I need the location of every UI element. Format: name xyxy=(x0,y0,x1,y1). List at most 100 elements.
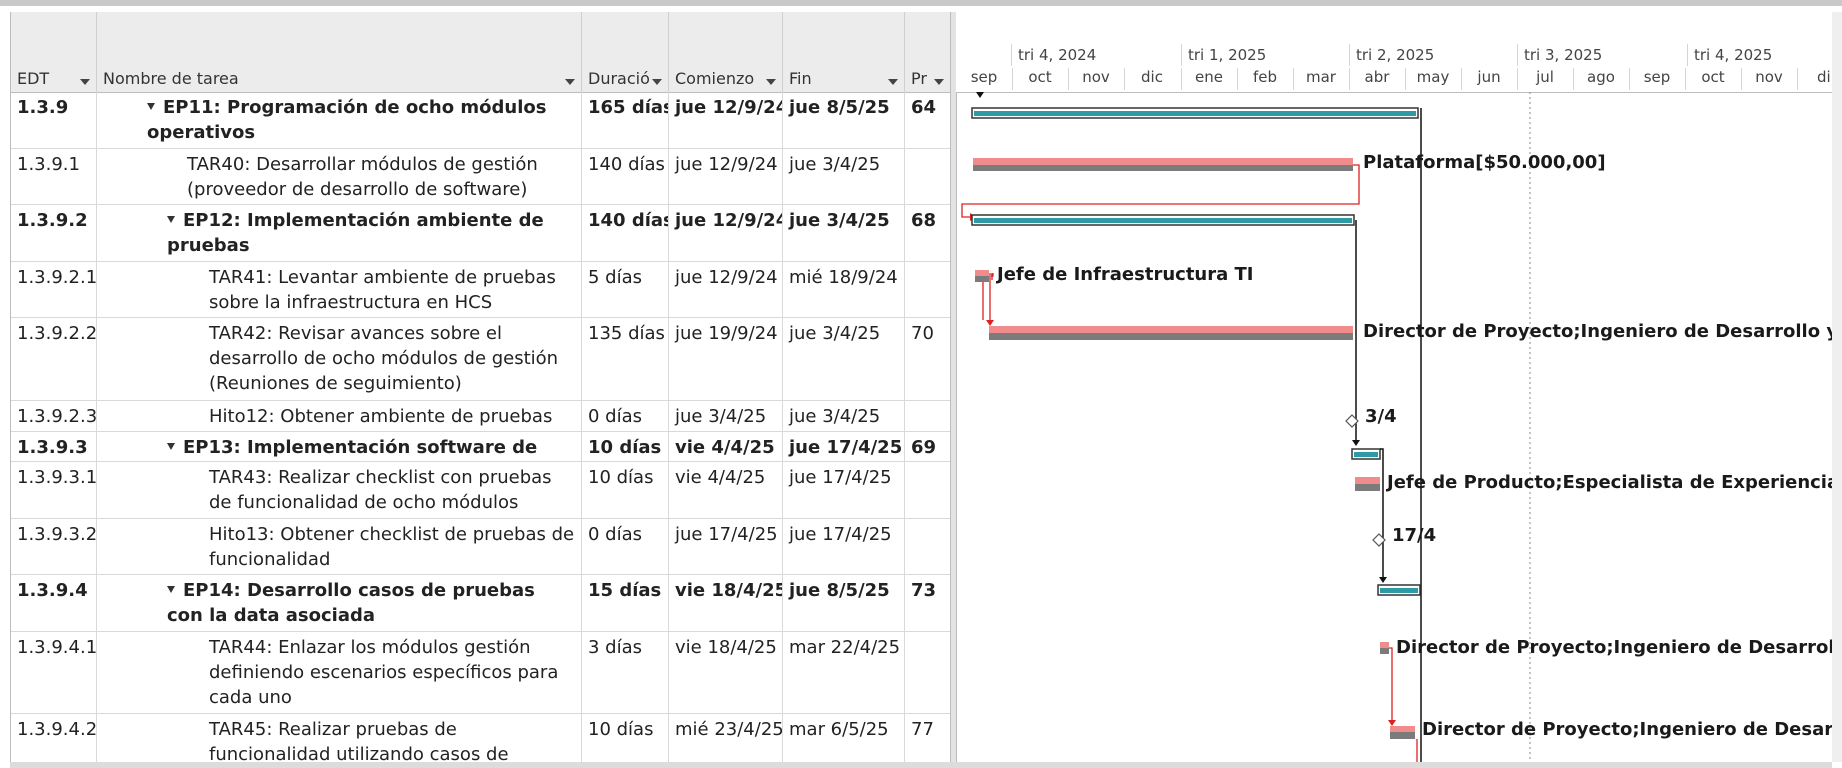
table-row[interactable]: 1.3.9.4.1 TAR44: Enlazar los módulos ges… xyxy=(11,632,951,714)
edt-cell[interactable]: 1.3.9 xyxy=(11,92,97,148)
name-cell[interactable]: TAR44: Enlazar los módulos gestión defin… xyxy=(97,632,582,713)
table-row[interactable]: 1.3.9.4.2 TAR45: Realizar pruebas de fun… xyxy=(11,714,951,762)
duration-cell[interactable]: 3 días xyxy=(582,632,669,713)
edt-cell[interactable]: 1.3.9.3.1 xyxy=(11,462,97,518)
edt-cell[interactable]: 1.3.9.2 xyxy=(11,205,97,261)
finish-cell[interactable]: jue 3/4/25 xyxy=(783,149,905,204)
start-cell[interactable]: vie 18/4/25 xyxy=(669,575,783,631)
finish-cell[interactable]: jue 8/5/25 xyxy=(783,92,905,148)
name-cell[interactable]: Hito13: Obtener checklist de pruebas de … xyxy=(97,519,582,574)
edt-cell[interactable]: 1.3.9.2.1 xyxy=(11,262,97,317)
table-row[interactable]: 1.3.9.1 TAR40: Desarrollar módulos de ge… xyxy=(11,149,951,205)
pred-cell[interactable] xyxy=(905,149,951,204)
finish-cell[interactable]: jue 3/4/25 xyxy=(783,205,905,261)
start-cell[interactable]: jue 12/9/24 xyxy=(669,205,783,261)
table-row[interactable]: 1.3.9.3.2 Hito13: Obtener checklist de p… xyxy=(11,519,951,575)
pred-cell[interactable] xyxy=(905,519,951,574)
start-cell[interactable]: jue 17/4/25 xyxy=(669,519,783,574)
task-bar-tar45[interactable] xyxy=(1390,726,1415,732)
name-cell[interactable]: EP14: Desarrollo casos de pruebas con la… xyxy=(97,575,582,631)
finish-cell[interactable]: mié 18/9/24 xyxy=(783,262,905,317)
edt-cell[interactable]: 1.3.9.1 xyxy=(11,149,97,204)
dropdown-arrow-icon[interactable] xyxy=(888,79,898,85)
name-cell[interactable]: Hito12: Obtener ambiente de pruebas xyxy=(97,401,582,431)
name-cell[interactable]: TAR42: Revisar avances sobre el desarrol… xyxy=(97,318,582,400)
start-cell[interactable]: jue 12/9/24 xyxy=(669,262,783,317)
dropdown-arrow-icon[interactable] xyxy=(766,79,776,85)
edt-cell[interactable]: 1.3.9.3 xyxy=(11,432,97,461)
duration-cell[interactable]: 0 días xyxy=(582,519,669,574)
col-header-pred[interactable]: Pr xyxy=(905,12,951,92)
dropdown-arrow-icon[interactable] xyxy=(934,79,944,85)
col-header-duration[interactable]: Duració xyxy=(582,12,669,92)
edt-cell[interactable]: 1.3.9.2.2 xyxy=(11,318,97,400)
collapse-triangle-icon[interactable] xyxy=(167,216,175,223)
pred-cell[interactable] xyxy=(905,262,951,317)
pred-cell[interactable]: 68 xyxy=(905,205,951,261)
duration-cell[interactable]: 15 días xyxy=(582,575,669,631)
table-row[interactable]: 1.3.9.3 EP13: Implementación software de… xyxy=(11,432,951,462)
duration-cell[interactable]: 135 días xyxy=(582,318,669,400)
start-cell[interactable]: vie 4/4/25 xyxy=(669,432,783,461)
edt-cell[interactable]: 1.3.9.4.1 xyxy=(11,632,97,713)
finish-cell[interactable]: jue 17/4/25 xyxy=(783,462,905,518)
start-cell[interactable]: mié 23/4/25 xyxy=(669,714,783,762)
vertical-scrollbar[interactable] xyxy=(1832,12,1842,762)
duration-cell[interactable]: 10 días xyxy=(582,714,669,762)
finish-cell[interactable]: jue 8/5/25 xyxy=(783,575,905,631)
start-cell[interactable]: jue 19/9/24 xyxy=(669,318,783,400)
edt-cell[interactable]: 1.3.9.2.3 xyxy=(11,401,97,431)
pred-cell[interactable] xyxy=(905,462,951,518)
pred-cell[interactable]: 70 xyxy=(905,318,951,400)
name-cell[interactable]: EP11: Programación de ocho módulos opera… xyxy=(97,92,582,148)
horizontal-scrollbar[interactable] xyxy=(10,762,1832,768)
collapse-triangle-icon[interactable] xyxy=(147,103,155,110)
name-cell[interactable]: TAR45: Realizar pruebas de funcionalidad… xyxy=(97,714,582,762)
table-row[interactable]: 1.3.9.2.1 TAR41: Levantar ambiente de pr… xyxy=(11,262,951,318)
table-row[interactable]: 1.3.9.4 EP14: Desarrollo casos de prueba… xyxy=(11,575,951,632)
finish-cell[interactable]: mar 22/4/25 xyxy=(783,632,905,713)
col-header-finish[interactable]: Fin xyxy=(783,12,905,92)
edt-cell[interactable]: 1.3.9.4 xyxy=(11,575,97,631)
name-cell[interactable]: EP13: Implementación software de pruebas xyxy=(97,432,582,461)
dropdown-arrow-icon[interactable] xyxy=(80,79,90,85)
task-bar-tar41[interactable] xyxy=(975,270,989,276)
table-row[interactable]: 1.3.9.2.2 TAR42: Revisar avances sobre e… xyxy=(11,318,951,401)
col-header-edt[interactable]: EDT xyxy=(11,12,97,92)
duration-cell[interactable]: 0 días xyxy=(582,401,669,431)
start-cell[interactable]: jue 3/4/25 xyxy=(669,401,783,431)
duration-cell[interactable]: 10 días xyxy=(582,432,669,461)
collapse-triangle-icon[interactable] xyxy=(167,443,175,450)
task-bar-tar44[interactable] xyxy=(1380,642,1389,648)
finish-cell[interactable]: jue 3/4/25 xyxy=(783,318,905,400)
edt-cell[interactable]: 1.3.9.4.2 xyxy=(11,714,97,762)
pred-cell[interactable] xyxy=(905,632,951,713)
dropdown-arrow-icon[interactable] xyxy=(565,79,575,85)
duration-cell[interactable]: 10 días xyxy=(582,462,669,518)
name-cell[interactable]: TAR41: Levantar ambiente de pruebas sobr… xyxy=(97,262,582,317)
start-cell[interactable]: vie 4/4/25 xyxy=(669,462,783,518)
col-header-start[interactable]: Comienzo xyxy=(669,12,783,92)
finish-cell[interactable]: jue 17/4/25 xyxy=(783,519,905,574)
duration-cell[interactable]: 140 días xyxy=(582,149,669,204)
finish-cell[interactable]: jue 3/4/25 xyxy=(783,401,905,431)
dropdown-arrow-icon[interactable] xyxy=(652,79,662,85)
pred-cell[interactable]: 73 xyxy=(905,575,951,631)
finish-cell[interactable]: jue 17/4/25 xyxy=(783,432,905,461)
pred-cell[interactable]: 69 xyxy=(905,432,951,461)
duration-cell[interactable]: 140 días xyxy=(582,205,669,261)
table-row[interactable]: 1.3.9.2 EP12: Implementación ambiente de… xyxy=(11,205,951,262)
duration-cell[interactable]: 5 días xyxy=(582,262,669,317)
name-cell[interactable]: EP12: Implementación ambiente de pruebas xyxy=(97,205,582,261)
col-header-name[interactable]: Nombre de tarea xyxy=(97,12,582,92)
task-bar-tar40[interactable] xyxy=(973,158,1353,165)
pred-cell[interactable]: 77 xyxy=(905,714,951,762)
task-bar-tar43[interactable] xyxy=(1355,477,1380,484)
table-row[interactable]: 1.3.9.3.1 TAR43: Realizar checklist con … xyxy=(11,462,951,519)
start-cell[interactable]: jue 12/9/24 xyxy=(669,149,783,204)
table-row[interactable]: 1.3.9.2.3 Hito12: Obtener ambiente de pr… xyxy=(11,401,951,432)
start-cell[interactable]: jue 12/9/24 xyxy=(669,92,783,148)
pred-cell[interactable] xyxy=(905,401,951,431)
name-cell[interactable]: TAR43: Realizar checklist con pruebas de… xyxy=(97,462,582,518)
name-cell[interactable]: TAR40: Desarrollar módulos de gestión (p… xyxy=(97,149,582,204)
